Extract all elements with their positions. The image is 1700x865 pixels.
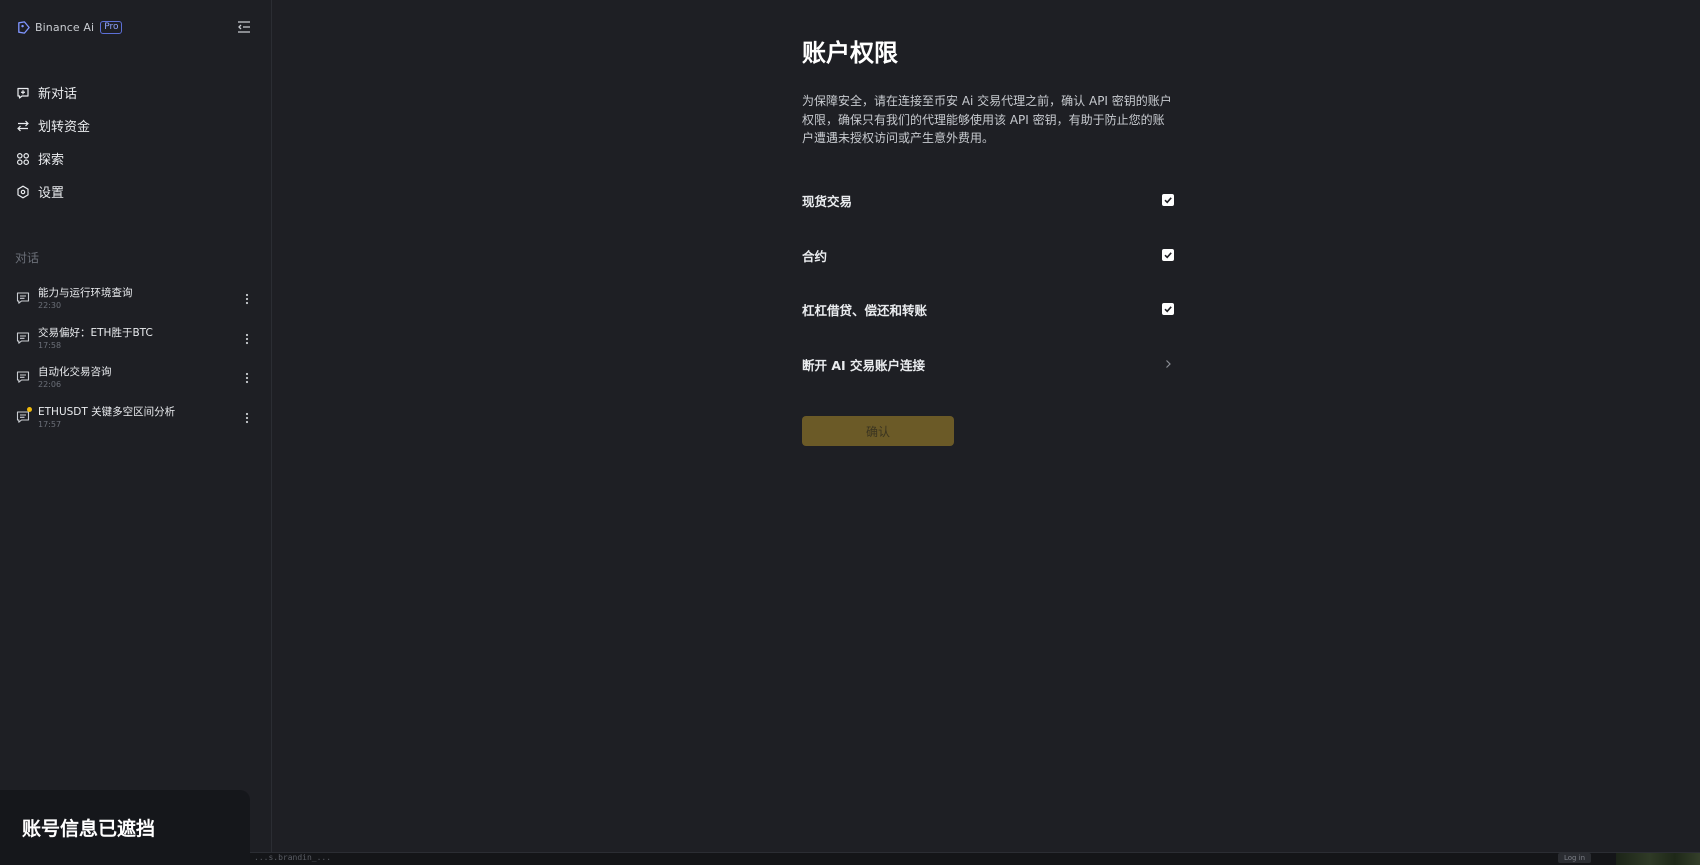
conversation-time: 22:30 xyxy=(38,301,62,310)
conversation-time: 17:58 xyxy=(38,340,62,350)
conversation-item[interactable]: ETHUSDT 关键多空区间分析 17:57 xyxy=(0,403,271,443)
bottom-strip: ...s.brandin_... Log in xyxy=(250,852,1700,865)
disconnect-account-row[interactable]: 断开 AI 交易账户连接 xyxy=(802,354,1174,374)
login-button[interactable]: Log in xyxy=(1558,853,1592,863)
permission-row-spot: 现货交易 xyxy=(802,190,1174,210)
nav-item-transfer[interactable]: 划转资金 xyxy=(0,109,271,142)
masked-account-notice: 账号信息已遮挡 xyxy=(22,818,156,840)
nav-item-label: 新对话 xyxy=(38,87,78,102)
sidebar-nav: 新对话 划转资金 探索 设置 xyxy=(0,76,271,208)
confirm-button[interactable]: 确认 xyxy=(802,416,954,446)
conversation-list: 能力与运行环境查询 22:30 交易偏好：ETH胜于BTC 17:58 自动化交… xyxy=(0,284,271,442)
collapse-sidebar-icon[interactable] xyxy=(236,19,252,35)
pro-badge: Pro xyxy=(100,20,123,34)
conversation-item[interactable]: 自动化交易咨询 22:06 xyxy=(0,363,271,403)
chevron-right-icon xyxy=(1166,360,1171,368)
permission-row-margin: 杠杠借贷、偿还和转账 xyxy=(802,299,1174,319)
permission-label: 杠杠借贷、偿还和转账 xyxy=(802,302,928,318)
nav-item-label: 探索 xyxy=(38,153,65,168)
brand[interactable]: Binance Ai Pro xyxy=(16,18,123,36)
bottom-faint-text: ...s.brandin_... xyxy=(254,853,332,862)
main-content: 账户权限 为保障安全，请在连接至币安 Ai 交易代理之前，确认 API 密钥的账… xyxy=(272,0,1700,852)
chat-bubble-icon xyxy=(16,406,32,423)
spot-trading-checkbox[interactable] xyxy=(1162,194,1174,206)
masked-account-panel: 账号信息已遮挡 xyxy=(0,790,250,865)
explore-icon xyxy=(16,152,30,165)
conversations-section-title: 对话 xyxy=(15,251,40,265)
checkmark-icon xyxy=(1164,306,1172,313)
binance-ai-logo-icon xyxy=(18,20,30,34)
transfer-icon xyxy=(17,120,29,131)
conversation-title: ETHUSDT 关键多空区间分析 xyxy=(38,405,176,418)
nav-item-label: 设置 xyxy=(38,186,65,201)
page-title: 账户权限 xyxy=(802,39,898,67)
nav-item-settings[interactable]: 设置 xyxy=(0,175,271,208)
app-window: Binance Ai Pro 新对话 划转资金 探索 设置 对话 能力与运行环境… xyxy=(0,0,1700,865)
thumbnail-image xyxy=(1616,853,1700,865)
brand-name: Binance Ai xyxy=(35,20,95,34)
permission-row-futures: 合约 xyxy=(802,245,1174,265)
new-chat-icon xyxy=(17,87,29,99)
chat-bubble-icon xyxy=(16,330,30,344)
settings-icon xyxy=(17,185,29,198)
permission-label: 现货交易 xyxy=(802,193,853,209)
nav-item-new-chat[interactable]: 新对话 xyxy=(0,76,271,109)
conversation-title: 自动化交易咨询 xyxy=(38,366,112,378)
more-options-icon[interactable] xyxy=(240,411,254,425)
chat-bubble-icon xyxy=(16,290,30,304)
nav-item-explore[interactable]: 探索 xyxy=(0,142,271,175)
margin-transfer-checkbox[interactable] xyxy=(1162,303,1174,315)
chat-bubble-icon xyxy=(16,369,30,383)
conversation-time: 22:06 xyxy=(38,380,62,389)
checkmark-icon xyxy=(1164,197,1172,204)
disconnect-label: 断开 AI 交易账户连接 xyxy=(802,357,926,373)
unread-dot-icon xyxy=(27,406,32,412)
conversation-time: 17:57 xyxy=(38,419,62,429)
checkmark-icon xyxy=(1164,252,1172,259)
permission-label: 合约 xyxy=(802,248,828,264)
more-options-icon[interactable] xyxy=(240,292,254,306)
conversation-item[interactable]: 能力与运行环境查询 22:30 xyxy=(0,284,271,324)
conversation-title: 交易偏好：ETH胜于BTC xyxy=(38,326,153,339)
more-options-icon[interactable] xyxy=(240,371,254,385)
conversation-title: 能力与运行环境查询 xyxy=(38,287,133,299)
futures-checkbox[interactable] xyxy=(1162,249,1174,261)
nav-item-label: 划转资金 xyxy=(38,120,91,135)
sidebar: Binance Ai Pro 新对话 划转资金 探索 设置 对话 能力与运行环境… xyxy=(0,0,272,865)
conversation-item[interactable]: 交易偏好：ETH胜于BTC 17:58 xyxy=(0,324,271,364)
permissions-description: 为保障安全，请在连接至币安 Ai 交易代理之前，确认 API 密钥的账户权限，确… xyxy=(802,94,1172,145)
more-options-icon[interactable] xyxy=(240,332,254,346)
